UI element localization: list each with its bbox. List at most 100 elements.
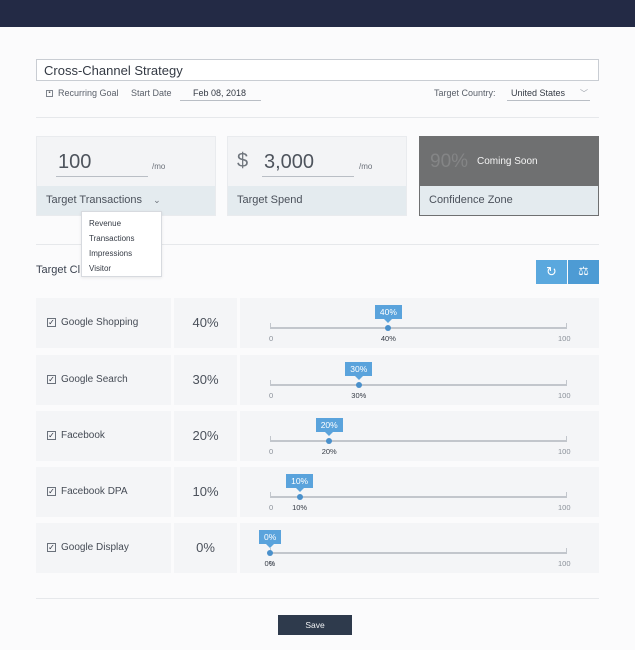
- channel-share: 20%: [174, 411, 237, 461]
- meta-row: ▪ Recurring Goal Start Date Feb 08, 2018…: [36, 87, 599, 103]
- save-button[interactable]: Save: [278, 615, 352, 635]
- chevron-down-icon: ⌄: [153, 195, 161, 205]
- per-month-unit: /mo: [152, 162, 166, 171]
- top-bar: [0, 0, 635, 27]
- slider-track-end: [566, 548, 567, 554]
- slider-max-label: 100: [558, 503, 571, 512]
- channel-checkbox[interactable]: ✓: [47, 487, 56, 496]
- channel-checkbox[interactable]: ✓: [47, 318, 56, 327]
- channel-slider[interactable]: 10% 0 100 10%: [240, 467, 599, 517]
- slider-track-end: [566, 436, 567, 442]
- slider-value-bubble: 0%: [259, 530, 282, 548]
- dropdown-item-transactions[interactable]: Transactions: [82, 231, 161, 246]
- slider-track[interactable]: [270, 496, 566, 498]
- refresh-icon: ↻: [546, 264, 557, 279]
- channel-slider[interactable]: 40% 0 100 40%: [240, 298, 599, 348]
- slider-track[interactable]: [270, 552, 566, 554]
- slider-value-label: 0%: [264, 559, 276, 568]
- target-spend-value: 3,000: [264, 151, 315, 173]
- channel-slider[interactable]: 20% 0 100 20%: [240, 411, 599, 461]
- dropdown-item-impressions[interactable]: Impressions: [82, 246, 161, 261]
- target-spend-label: Target Spend: [237, 194, 303, 206]
- channel-row-google-search: ✓ Google Search 30% 30% 0 100 30%: [36, 355, 599, 405]
- dropdown-item-revenue[interactable]: Revenue: [82, 216, 161, 231]
- channel-name: Facebook: [61, 430, 105, 441]
- channel-row-google-display: ✓ Google Display 0% 0% 0 100 0%: [36, 523, 599, 573]
- channel-slider[interactable]: 0% 0 100 0%: [240, 523, 599, 573]
- channel-name-cell: ✓ Google Shopping: [36, 298, 171, 348]
- channel-share: 0%: [174, 523, 237, 573]
- slider-track[interactable]: [270, 384, 566, 386]
- reset-button[interactable]: ↻: [536, 260, 567, 284]
- coming-soon-badge: Coming Soon: [477, 156, 538, 167]
- slider-track[interactable]: [270, 440, 566, 442]
- slider-handle[interactable]: [355, 382, 362, 388]
- channel-name-cell: ✓ Google Search: [36, 355, 171, 405]
- chevron-down-icon: ﹀: [580, 89, 588, 98]
- target-transactions-input[interactable]: 100: [56, 151, 148, 177]
- slider-min-label: 0: [269, 503, 274, 512]
- slider-handle[interactable]: [326, 438, 333, 444]
- divider: [36, 598, 599, 599]
- start-date-input[interactable]: Feb 08, 2018: [180, 87, 261, 101]
- channel-share: 10%: [174, 467, 237, 517]
- confidence-value: 90%: [430, 151, 469, 172]
- channel-checkbox[interactable]: ✓: [47, 543, 56, 552]
- slider-value-bubble: 40%: [374, 305, 402, 323]
- confidence-zone-label: Confidence Zone: [429, 194, 513, 206]
- slider-min-label: 0: [269, 447, 274, 456]
- slider-value-bubble: 20%: [315, 418, 343, 436]
- slider-value-label: 20%: [321, 447, 337, 456]
- slider-min-label: 0: [269, 391, 274, 400]
- strategy-name-input[interactable]: Cross-Channel Strategy: [36, 59, 599, 81]
- channel-row-google-shopping: ✓ Google Shopping 40% 40% 0 100 40%: [36, 298, 599, 348]
- target-country-label: Target Country:: [434, 88, 496, 98]
- action-button-group: ↻ ⚖: [536, 260, 599, 284]
- target-transactions-card: 100 /mo Target Transactions ⌄: [36, 136, 216, 216]
- slider-track-end: [566, 492, 567, 498]
- slider-handle[interactable]: [385, 325, 392, 331]
- target-spend-input[interactable]: 3,000: [262, 151, 354, 177]
- channel-name: Facebook DPA: [61, 486, 128, 497]
- confidence-zone-card: 90% Coming Soon Confidence Zone: [419, 136, 599, 216]
- currency-symbol: $: [237, 150, 249, 172]
- channel-name: Google Shopping: [61, 317, 139, 328]
- confidence-zone-label-bar: Confidence Zone: [420, 186, 598, 215]
- slider-value-label: 10%: [292, 503, 308, 512]
- channel-name: Google Search: [61, 374, 128, 385]
- slider-max-label: 100: [558, 559, 571, 568]
- divider: [36, 117, 599, 118]
- slider-max-label: 100: [558, 391, 571, 400]
- target-metric-label: Target Transactions: [46, 194, 142, 206]
- target-country-select[interactable]: United States ﹀: [507, 87, 590, 101]
- slider-track[interactable]: [270, 327, 566, 329]
- slider-max-label: 100: [558, 334, 571, 343]
- scale-balance-icon: ⚖: [578, 264, 589, 278]
- channel-row-facebook: ✓ Facebook 20% 20% 0 100 20%: [36, 411, 599, 461]
- channel-checkbox[interactable]: ✓: [47, 375, 56, 384]
- recurring-goal-label: Recurring Goal: [58, 88, 119, 98]
- channel-slider[interactable]: 30% 0 100 30%: [240, 355, 599, 405]
- dropdown-item-visitor[interactable]: Visitor: [82, 261, 161, 276]
- channel-name-cell: ✓ Facebook: [36, 411, 171, 461]
- target-transactions-value: 100: [58, 151, 92, 173]
- section-title: Target Cl: [36, 264, 81, 276]
- channel-checkbox[interactable]: ✓: [47, 431, 56, 440]
- slider-min-label: 0: [269, 334, 274, 343]
- slider-max-label: 100: [558, 447, 571, 456]
- slider-value-label: 40%: [380, 334, 396, 343]
- target-country-value: United States: [511, 88, 566, 98]
- slider-handle[interactable]: [296, 494, 303, 500]
- target-spend-card: $ 3,000 /mo Target Spend: [227, 136, 407, 216]
- channel-name-cell: ✓ Facebook DPA: [36, 467, 171, 517]
- recurring-goal-checkbox[interactable]: ▪: [46, 90, 53, 97]
- slider-handle[interactable]: [267, 550, 273, 556]
- start-date-label: Start Date: [131, 88, 172, 98]
- channel-name: Google Display: [61, 542, 129, 553]
- slider-value-bubble: 30%: [345, 362, 373, 380]
- channel-share: 30%: [174, 355, 237, 405]
- per-month-unit: /mo: [359, 162, 373, 171]
- balance-button[interactable]: ⚖: [568, 260, 599, 284]
- slider-value-label: 30%: [351, 391, 367, 400]
- channel-share: 40%: [174, 298, 237, 348]
